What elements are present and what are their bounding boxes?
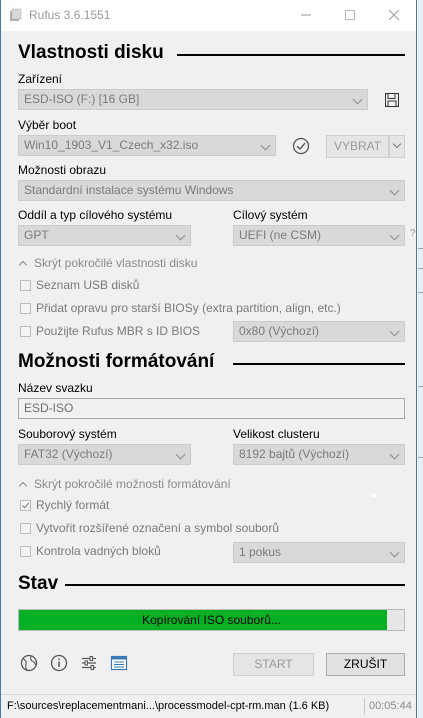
background-line: [418, 457, 423, 458]
chevron-down-icon: [352, 94, 363, 105]
file-system-value: FAT32 (Výchozí): [24, 447, 113, 461]
passes-value: 1 pokus: [239, 545, 282, 559]
chevron-down-icon: [389, 326, 400, 337]
chevron-down-icon: [389, 185, 400, 196]
image-option-label: Možnosti obrazu: [18, 163, 107, 177]
minimize-button[interactable]: [284, 0, 328, 31]
image-option-dropdown[interactable]: Standardní instalace systému Windows: [18, 180, 405, 201]
chevron-down-icon: [260, 140, 271, 151]
close-icon: [388, 9, 400, 21]
chevron-down-icon: [175, 230, 186, 241]
image-option-value: Standardní instalace systému Windows: [24, 183, 234, 197]
advanced-drive-toggle-label: Skrýt pokročilé vlastnosti disku: [34, 256, 198, 270]
section-divider: [65, 584, 405, 586]
volume-label-label: Název svazku: [18, 381, 93, 395]
target-system-value: UEFI (ne CSM): [239, 228, 322, 242]
status-bar: F:\sources\replacementmani...\processmod…: [1, 694, 416, 718]
chevron-up-icon: [18, 481, 28, 491]
background-line: [418, 292, 423, 293]
bios-id-value: 0x80 (Výchozí): [239, 324, 320, 338]
file-system-dropdown[interactable]: FAT32 (Výchozí): [18, 444, 191, 465]
minimize-icon: [301, 14, 311, 16]
target-system-label: Cílový systém: [233, 208, 308, 222]
close-button[interactable]: [372, 0, 416, 31]
bad-blocks-checkbox[interactable]: [20, 546, 31, 557]
rufus-mbr-checkbox[interactable]: [20, 326, 31, 337]
chevron-down-icon: [389, 547, 400, 558]
device-label: Zařízení: [18, 72, 63, 86]
title-bar: Rufus 3.6.1551: [1, 0, 416, 31]
boot-selection-value: Win10_1903_V1_Czech_x32.iso: [24, 138, 199, 152]
device-value: ESD-ISO (F:) [16 GB]: [24, 92, 140, 106]
help-question-icon[interactable]: ?: [410, 228, 416, 239]
old-bios-fix-checkbox[interactable]: [20, 303, 31, 314]
quick-format-checkbox[interactable]: [20, 500, 31, 511]
background-line: [418, 386, 423, 387]
status-path: F:\sources\replacementmani...\processmod…: [7, 700, 330, 712]
bios-id-dropdown[interactable]: 0x80 (Výchozí): [233, 321, 405, 342]
section-divider: [233, 363, 405, 365]
advanced-format-toggle[interactable]: Skrýt pokročilé možnosti formátování: [18, 477, 231, 491]
maximize-button[interactable]: [328, 0, 372, 31]
start-button[interactable]: START: [233, 653, 314, 676]
log-icon[interactable]: [110, 654, 128, 672]
select-button[interactable]: VYBRAT: [326, 135, 389, 158]
file-system-label: Souborový systém: [18, 427, 117, 441]
partition-scheme-value: GPT: [24, 228, 49, 242]
boot-selection-dropdown[interactable]: Win10_1903_V1_Czech_x32.iso: [18, 135, 276, 156]
background-line: [418, 248, 423, 249]
partition-scheme-label: Oddíl a typ cílového systému: [18, 208, 173, 222]
info-icon[interactable]: [50, 654, 68, 672]
device-dropdown[interactable]: ESD-ISO (F:) [16 GB]: [18, 89, 368, 110]
passes-dropdown[interactable]: 1 pokus: [233, 542, 405, 563]
rufus-mbr-label: Použijte Rufus MBR s ID BIOS: [36, 324, 201, 338]
old-bios-fix-label: Přidat opravu pro starší BIOSy (extra pa…: [36, 301, 341, 315]
status-separator: [364, 698, 365, 715]
extended-label-checkbox[interactable]: [20, 523, 31, 534]
cursor-artifact: [371, 494, 376, 497]
cancel-button[interactable]: ZRUŠIT: [326, 653, 405, 676]
advanced-drive-toggle[interactable]: Skrýt pokročilé vlastnosti disku: [18, 256, 198, 270]
window-title: Rufus 3.6.1551: [29, 8, 111, 22]
bad-blocks-label: Kontrola vadných bloků: [36, 544, 161, 558]
advanced-format-toggle-label: Skrýt pokročilé možnosti formátování: [34, 477, 231, 491]
extended-label-label: Vytvořit rozšířené označení a symbol sou…: [36, 521, 280, 535]
background-window-fragment: [418, 0, 423, 718]
chevron-down-icon: [175, 449, 186, 460]
volume-label-input[interactable]: ESD-ISO: [18, 398, 405, 419]
chevron-down-icon: [389, 230, 400, 241]
section-title-format-options: Možnosti formátování: [18, 351, 215, 372]
chevron-up-icon: [18, 260, 28, 270]
globe-icon[interactable]: [20, 654, 38, 672]
settings-sliders-icon[interactable]: [80, 654, 98, 672]
background-line: [418, 268, 423, 269]
chevron-down-icon: [389, 449, 400, 460]
section-title-drive-properties: Vlastnosti disku: [18, 42, 164, 63]
rufus-app-icon: [10, 8, 22, 21]
partition-scheme-dropdown[interactable]: GPT: [18, 225, 191, 246]
boot-selection-label: Výběr boot: [18, 118, 77, 132]
cluster-size-dropdown[interactable]: 8192 bajtů (Výchozí): [233, 444, 405, 465]
section-divider: [177, 54, 405, 56]
chevron-down-icon: [392, 139, 402, 149]
progress-bar: Kopírování ISO souborů...: [18, 609, 405, 631]
maximize-icon: [345, 10, 355, 20]
quick-format-label: Rychlý formát: [36, 498, 110, 512]
progress-text: Kopírování ISO souborů...: [142, 613, 281, 627]
elapsed-time: 00:05:44: [369, 700, 412, 712]
checkmark-icon: [22, 502, 30, 509]
list-usb-label: Seznam USB disků: [36, 278, 140, 292]
select-dropdown-button[interactable]: [389, 135, 405, 158]
rufus-window: Rufus 3.6.1551 Vlastnosti disku Zařízení…: [0, 0, 417, 718]
cluster-size-label: Velikost clusteru: [233, 427, 320, 441]
save-icon[interactable]: [384, 92, 400, 108]
cluster-size-value: 8192 bajtů (Výchozí): [239, 447, 350, 461]
target-system-dropdown[interactable]: UEFI (ne CSM): [233, 225, 405, 246]
section-title-status: Stav: [18, 573, 59, 594]
checksum-check-icon[interactable]: [292, 137, 310, 155]
list-usb-checkbox[interactable]: [20, 280, 31, 291]
